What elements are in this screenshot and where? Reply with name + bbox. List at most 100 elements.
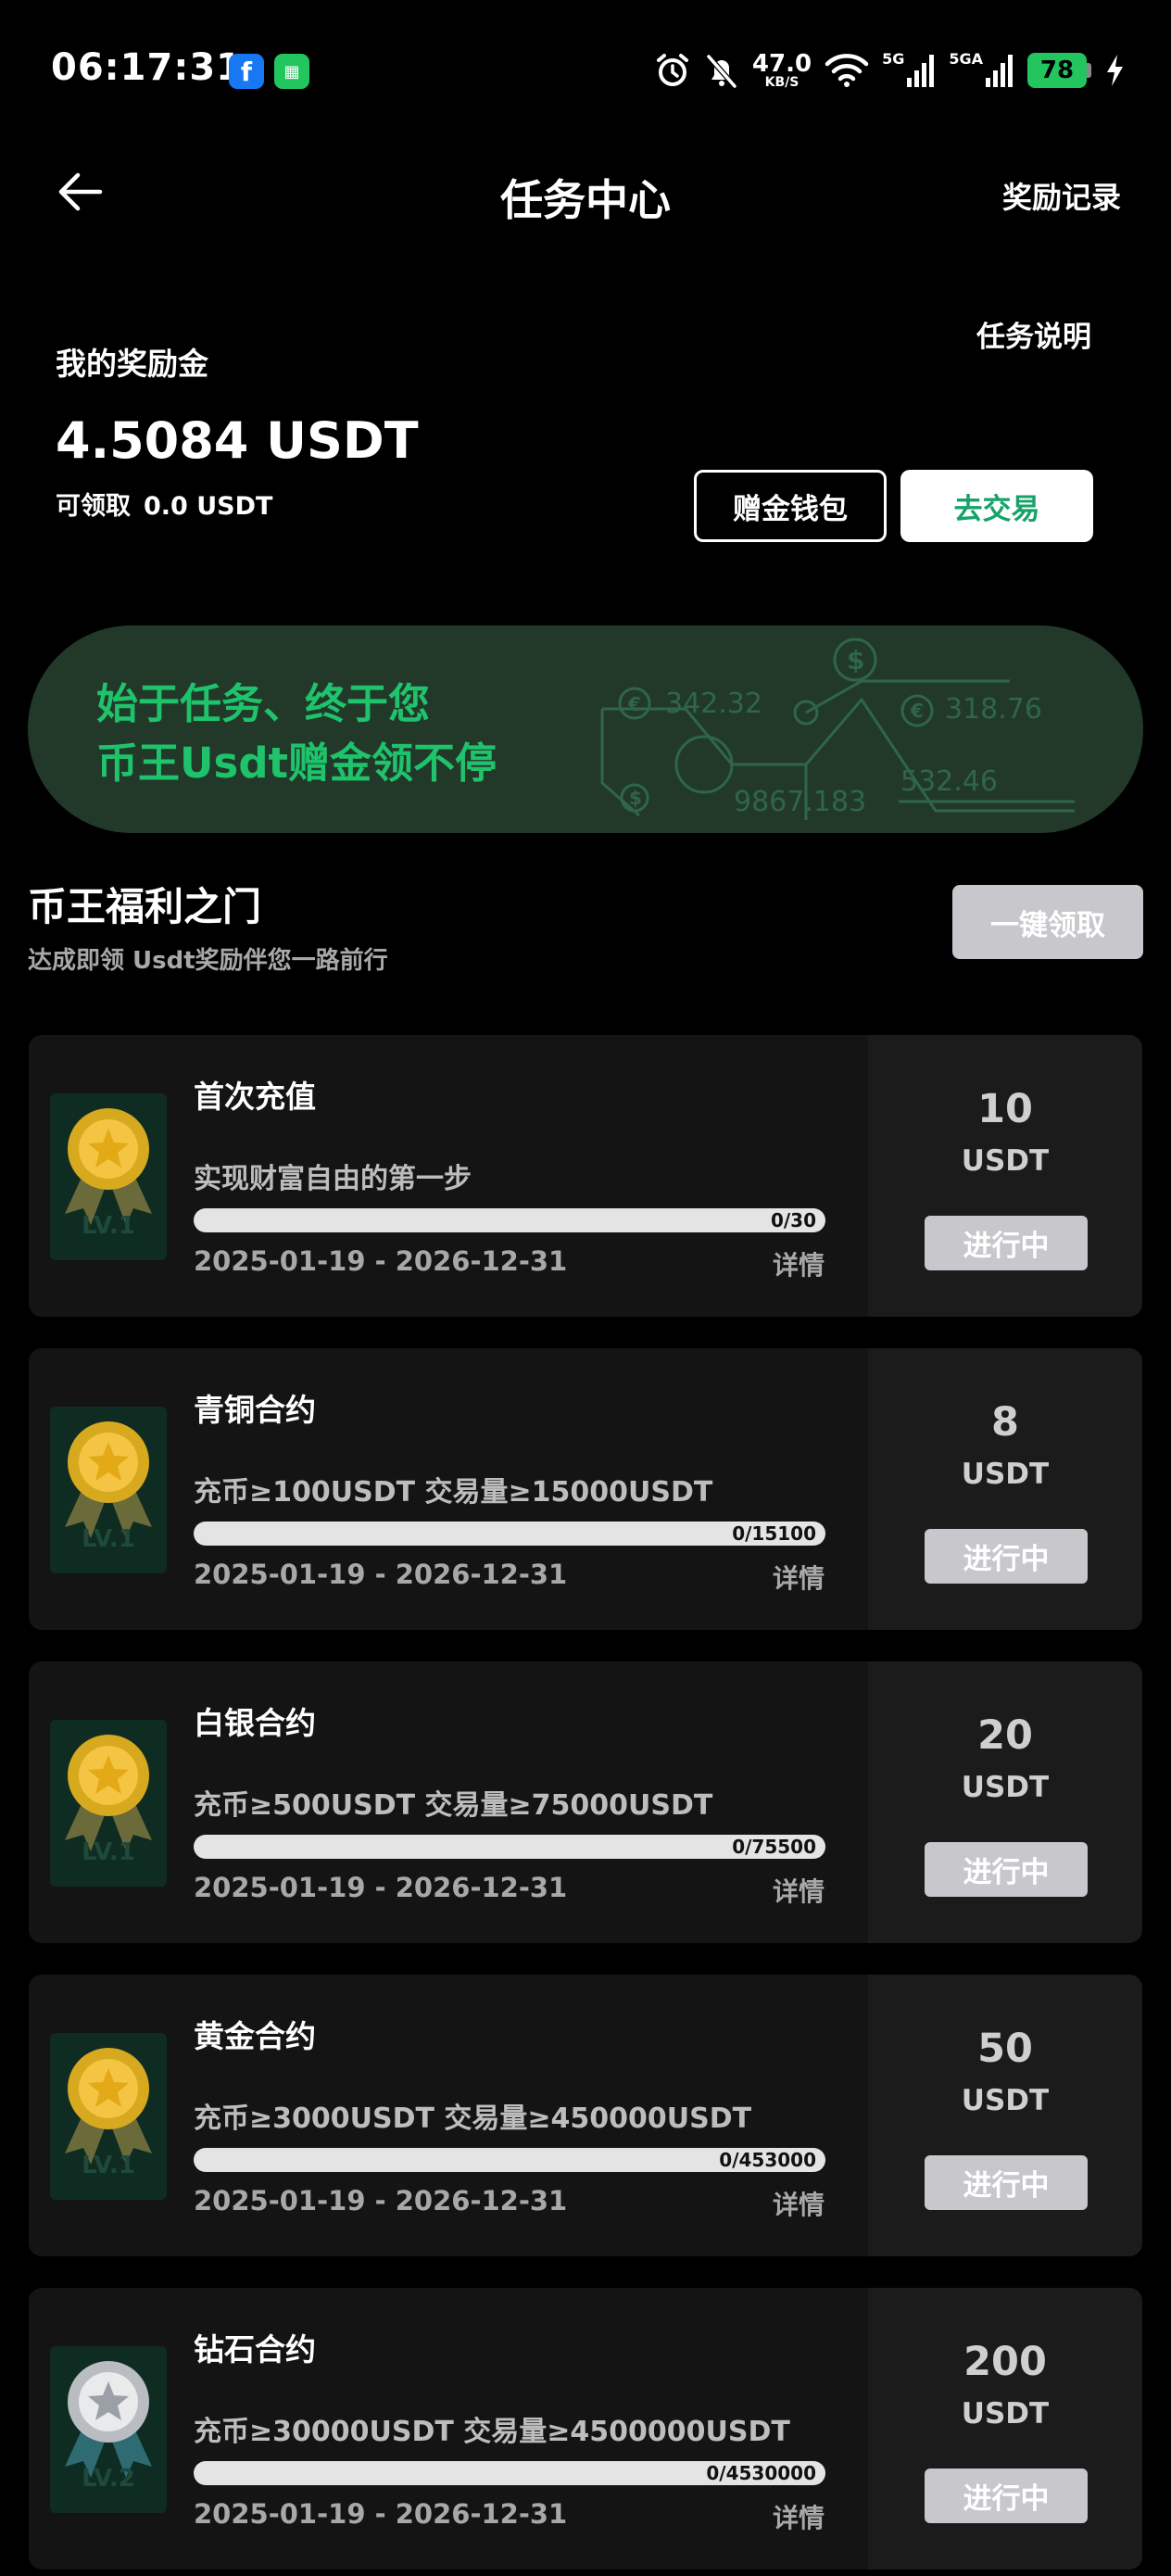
task-detail-link[interactable]: 详情 [773,1245,825,1282]
section-title: 币王福利之门 [28,884,262,929]
task-status-button[interactable]: 进行中 [925,2155,1088,2210]
task-status-button[interactable]: 进行中 [925,1216,1088,1270]
section-subtitle: 达成即领 Usdt奖励伴您一路前行 [28,947,388,975]
task-dates: 2025-01-19 - 2026-12-31 [194,1245,568,1277]
task-detail-link[interactable]: 详情 [773,2498,825,2535]
reward-amount: 8 [991,1399,1019,1446]
task-card: 50 USDT 进行中 LV.1 黄金合约 充币≥3000USDT 交易量≥45… [29,1975,1142,2256]
go-trade-button[interactable]: 去交易 [900,470,1093,542]
progress-bar: 0/15100 [194,1522,825,1546]
signal-1-icon [907,55,935,87]
reward-column: 50 USDT 进行中 [868,1975,1142,2256]
reward-column: 200 USDT 进行中 [868,2288,1142,2570]
reward-amount: 50 [977,2026,1033,2072]
reward-unit: USDT [961,2084,1050,2117]
reward-unit: USDT [961,2397,1050,2431]
banner-value-2: 318.76 [945,693,1042,726]
charging-bolt-icon [1107,55,1123,86]
svg-text:€: € [910,700,924,722]
page-title: 任务中心 [500,175,671,225]
bonus-wallet-button[interactable]: 赠金钱包 [694,470,887,542]
progress-text: 0/15100 [732,1522,816,1545]
svg-text:$: $ [629,787,642,809]
level-label: LV.1 [82,2152,135,2179]
battery-tip [1087,63,1091,78]
task-title: 钻石合约 [194,2331,316,2368]
svg-text:$: $ [847,645,864,676]
banner-value-4: 532.46 [900,765,998,798]
task-description: 实现财富自由的第一步 [194,1163,472,1195]
progress-bar: 0/453000 [194,2148,825,2172]
reward-unit: USDT [961,1144,1050,1178]
balance-value: 4.5084 USDT [56,411,419,470]
progress-text: 0/4530000 [706,2462,816,2484]
claim-all-button[interactable]: 一键领取 [952,885,1143,959]
progress-bar: 0/4530000 [194,2461,825,2485]
net-speed-value: 47.0 [751,50,812,78]
app-notification-icon: ▦ [274,54,309,89]
signal-1-label: 5G [882,50,905,68]
task-card: 10 USDT 进行中 LV.1 首次充值 实现财富自由的第一步 0/30 20… [29,1035,1142,1317]
banner-value-1: 342.32 [665,688,762,720]
reward-unit: USDT [961,1771,1050,1804]
task-dates: 2025-01-19 - 2026-12-31 [194,1872,568,1903]
mute-bell-icon [706,55,737,88]
banner-headline-1: 始于任务、终于您 [96,679,431,728]
task-description: 充币≥3000USDT 交易量≥450000USDT [194,2102,752,2135]
reward-unit: USDT [961,1458,1050,1491]
task-detail-link[interactable]: 详情 [773,1559,825,1596]
medal-badge: LV.2 [50,2346,167,2513]
status-bar: 06:17:31 f ▦ 47.0 KB/S 5G 5GA 78 [0,0,1171,139]
alarm-icon [656,54,688,86]
task-status-button[interactable]: 进行中 [925,2469,1088,2523]
task-title: 黄金合约 [194,2018,316,2054]
medal-badge: LV.1 [50,1093,167,1260]
progress-bar: 0/75500 [194,1835,825,1859]
task-title: 首次充值 [194,1079,316,1115]
level-label: LV.1 [82,1525,135,1553]
task-explain-link[interactable]: 任务说明 [976,313,1091,355]
battery-indicator: 78 [1027,53,1091,88]
promo-banner[interactable]: € $ $ € 342.32 318.76 9867.183 532.46 始于… [28,625,1143,833]
progress-text: 0/453000 [719,2149,816,2171]
facebook-icon: f [229,54,264,89]
level-label: LV.2 [82,2465,135,2493]
balance-label: 我的奖励金 [56,346,208,382]
signal-2-label: 5GA [949,50,983,68]
task-description: 充币≥500USDT 交易量≥75000USDT [194,1789,713,1822]
task-description: 充币≥30000USDT 交易量≥4500000USDT [194,2416,790,2448]
task-card: 20 USDT 进行中 LV.1 白银合约 充币≥500USDT 交易量≥750… [29,1661,1142,1943]
task-description: 充币≥100USDT 交易量≥15000USDT [194,1476,713,1509]
task-dates: 2025-01-19 - 2026-12-31 [194,2185,568,2216]
task-title: 白银合约 [194,1705,316,1741]
level-label: LV.1 [82,1212,135,1240]
task-status-button[interactable]: 进行中 [925,1842,1088,1897]
task-detail-link[interactable]: 详情 [773,1872,825,1909]
task-status-button[interactable]: 进行中 [925,1529,1088,1584]
progress-text: 0/75500 [732,1836,816,1858]
claimable-amount: 可领取 0.0 USDT [56,486,272,522]
wifi-icon [825,54,869,87]
task-dates: 2025-01-19 - 2026-12-31 [194,2498,568,2530]
status-icons: 47.0 KB/S 5G 5GA 78 [654,44,1125,96]
reward-column: 8 USDT 进行中 [868,1348,1142,1630]
reward-column: 10 USDT 进行中 [868,1035,1142,1317]
signal-2-icon [986,55,1013,87]
svg-text:€: € [627,693,641,715]
reward-amount: 10 [977,1086,1033,1132]
claimable-value: 0.0 USDT [144,492,273,521]
banner-value-3: 9867.183 [734,786,866,818]
medal-badge: LV.1 [50,2033,167,2200]
task-detail-link[interactable]: 详情 [773,2185,825,2222]
reward-column: 20 USDT 进行中 [868,1661,1142,1943]
net-speed-unit: KB/S [764,75,800,90]
rewards-record-link[interactable]: 奖励记录 [1002,174,1121,217]
task-title: 青铜合约 [194,1392,316,1428]
reward-amount: 200 [963,2339,1047,2385]
level-label: LV.1 [82,1838,135,1866]
status-time: 06:17:31 [51,46,243,89]
reward-amount: 20 [977,1712,1033,1759]
task-dates: 2025-01-19 - 2026-12-31 [194,1559,568,1590]
network-speed: 47.0 KB/S [752,52,812,89]
banner-headline-2: 币王Usdt赠金领不停 [96,739,497,788]
